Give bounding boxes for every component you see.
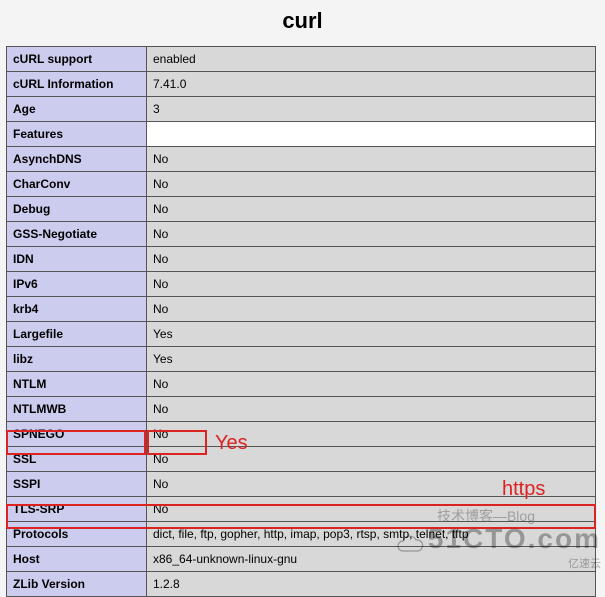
table-row: cURL supportenabled bbox=[7, 47, 596, 72]
row-label: AsynchDNS bbox=[7, 147, 147, 172]
row-value: Yes bbox=[147, 322, 596, 347]
table-row: cURL Information7.41.0 bbox=[7, 72, 596, 97]
table-row: SSLNo bbox=[7, 447, 596, 472]
row-value: 7.41.0 bbox=[147, 72, 596, 97]
table-row: ZLib Version1.2.8 bbox=[7, 572, 596, 597]
row-label: IPv6 bbox=[7, 272, 147, 297]
table-row: CharConvNo bbox=[7, 172, 596, 197]
row-label: Features bbox=[7, 122, 147, 147]
row-value: 1.2.8 bbox=[147, 572, 596, 597]
row-value: No bbox=[147, 197, 596, 222]
row-label: cURL Information bbox=[7, 72, 147, 97]
table-row: NTLMWBNo bbox=[7, 397, 596, 422]
table-row: IDNNo bbox=[7, 247, 596, 272]
row-label: SSPI bbox=[7, 472, 147, 497]
row-value: No bbox=[147, 447, 596, 472]
row-label: SPNEGO bbox=[7, 422, 147, 447]
table-row: NTLMNo bbox=[7, 372, 596, 397]
row-value: x86_64-unknown-linux-gnu bbox=[147, 547, 596, 572]
row-value: No bbox=[147, 272, 596, 297]
table-row: SPNEGONo bbox=[7, 422, 596, 447]
table-row: SSPINo bbox=[7, 472, 596, 497]
row-value: No bbox=[147, 172, 596, 197]
table-row: libzYes bbox=[7, 347, 596, 372]
table-row: Hostx86_64-unknown-linux-gnu bbox=[7, 547, 596, 572]
row-value: No bbox=[147, 297, 596, 322]
row-label: NTLMWB bbox=[7, 397, 147, 422]
row-label: Age bbox=[7, 97, 147, 122]
table-row: AsynchDNSNo bbox=[7, 147, 596, 172]
row-label: Protocols bbox=[7, 522, 147, 547]
row-label: SSL bbox=[7, 447, 147, 472]
row-value: No bbox=[147, 247, 596, 272]
row-label: libz bbox=[7, 347, 147, 372]
row-value: No bbox=[147, 397, 596, 422]
row-label: IDN bbox=[7, 247, 147, 272]
table-row: Features bbox=[7, 122, 596, 147]
row-label: Host bbox=[7, 547, 147, 572]
row-label: Largefile bbox=[7, 322, 147, 347]
row-label: TLS-SRP bbox=[7, 497, 147, 522]
row-label: ZLib Version bbox=[7, 572, 147, 597]
section-title: curl bbox=[0, 0, 605, 46]
row-label: Debug bbox=[7, 197, 147, 222]
row-value bbox=[147, 122, 596, 147]
row-label: krb4 bbox=[7, 297, 147, 322]
row-value: 3 bbox=[147, 97, 596, 122]
row-value: No bbox=[147, 147, 596, 172]
row-label: CharConv bbox=[7, 172, 147, 197]
row-value: No bbox=[147, 222, 596, 247]
table-row: DebugNo bbox=[7, 197, 596, 222]
row-value: dict, file, ftp, gopher, http, imap, pop… bbox=[147, 522, 596, 547]
row-value: No bbox=[147, 422, 596, 447]
row-value: enabled bbox=[147, 47, 596, 72]
info-table: cURL supportenabledcURL Information7.41.… bbox=[6, 46, 596, 597]
row-label: NTLM bbox=[7, 372, 147, 397]
table-row: Age3 bbox=[7, 97, 596, 122]
row-value: No bbox=[147, 497, 596, 522]
table-row: IPv6No bbox=[7, 272, 596, 297]
row-value: No bbox=[147, 472, 596, 497]
table-row: LargefileYes bbox=[7, 322, 596, 347]
table-row: TLS-SRPNo bbox=[7, 497, 596, 522]
table-row: Protocolsdict, file, ftp, gopher, http, … bbox=[7, 522, 596, 547]
table-row: krb4No bbox=[7, 297, 596, 322]
row-value: No bbox=[147, 372, 596, 397]
row-label: cURL support bbox=[7, 47, 147, 72]
table-row: GSS-NegotiateNo bbox=[7, 222, 596, 247]
row-label: GSS-Negotiate bbox=[7, 222, 147, 247]
row-value: Yes bbox=[147, 347, 596, 372]
